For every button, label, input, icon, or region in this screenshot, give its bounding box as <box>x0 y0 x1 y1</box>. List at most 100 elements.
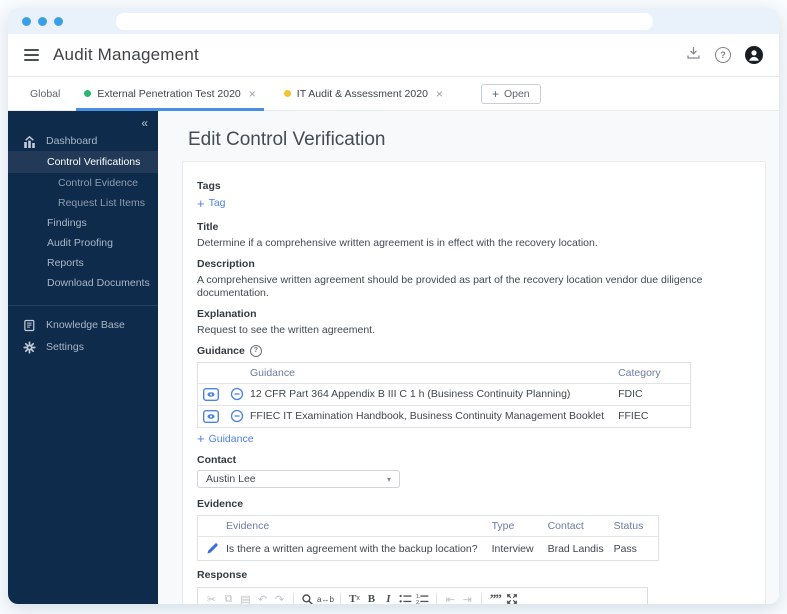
tab-label: IT Audit & Assessment 2020 <box>296 87 428 100</box>
title-value: Determine if a comprehensive written agr… <box>197 236 598 249</box>
close-tab-icon[interactable]: × <box>249 87 256 101</box>
evidence-field: Evidence Evidence Type Contact Status Is… <box>197 498 751 561</box>
tab-bar: Global External Penetration Test 2020 × IT… <box>8 77 779 111</box>
sidebar-item-dashboard[interactable]: Dashboard <box>8 131 158 151</box>
svg-text:1.: 1. <box>416 594 421 600</box>
sidebar-item-download-documents[interactable]: Download Documents <box>8 273 158 293</box>
user-avatar-icon[interactable] <box>745 46 763 64</box>
response-label: Response <box>197 569 248 581</box>
find-icon[interactable] <box>300 592 315 604</box>
svg-text:2.: 2. <box>416 600 421 604</box>
sidebar-item-findings[interactable]: Findings <box>8 213 158 233</box>
bold-icon[interactable]: B <box>364 592 379 604</box>
guidance-col-header: Guidance <box>250 366 295 379</box>
remove-guidance-button[interactable] <box>224 404 250 427</box>
evidence-row-status: Pass <box>613 536 658 560</box>
toolbar-separator <box>480 592 482 604</box>
traffic-light-icon[interactable] <box>22 16 31 26</box>
tab-global[interactable]: Global <box>30 88 60 100</box>
evidence-col-header: Evidence <box>226 520 270 532</box>
sidebar-item-reports[interactable]: Reports <box>8 253 158 273</box>
traffic-light-icon[interactable] <box>54 16 63 26</box>
status-col-header: Status <box>613 520 644 532</box>
plus-icon: + <box>197 195 205 211</box>
sidebar-item-request-list-items[interactable]: Request List Items <box>8 193 158 213</box>
plus-icon: + <box>197 431 205 446</box>
response-editor: ✂⧉▤↶↷a↔bTxBI1.2.⇤⇥”” Everything looks go… <box>197 587 648 604</box>
explanation-label: Explanation <box>197 307 257 320</box>
sidebar-item-control-verifications[interactable]: Control Verifications <box>8 151 158 173</box>
description-field: Description A comprehensive written agre… <box>197 258 751 300</box>
chevron-down-icon: ▾ <box>386 474 391 484</box>
menu-icon[interactable] <box>24 49 39 61</box>
guidance-label: Guidance <box>197 344 245 357</box>
browser-chrome <box>8 8 779 34</box>
audit-tab[interactable]: IT Audit & Assessment 2020 × <box>276 77 451 110</box>
italic-icon[interactable]: I <box>381 592 396 604</box>
edit-evidence-button[interactable] <box>198 536 226 560</box>
sidebar-item-label: Knowledge Base <box>46 319 125 331</box>
replace-icon[interactable]: a↔b <box>317 592 334 605</box>
explanation-value: Request to see the written agreement. <box>197 323 376 336</box>
tab-status-dot-icon <box>283 90 291 97</box>
preview-guidance-button[interactable] <box>198 404 224 427</box>
dashboard-icon <box>21 135 37 148</box>
contact-col-header: Contact <box>547 520 584 532</box>
plus-icon: + <box>491 86 499 101</box>
evidence-row-type: Interview <box>491 536 548 560</box>
page-title: Edit Control Verification <box>188 129 386 150</box>
sidebar-item-label: Dashboard <box>46 135 98 147</box>
paste-icon: ▤ <box>240 593 251 605</box>
toolbar-separator <box>293 592 294 604</box>
preview-guidance-button[interactable] <box>198 382 224 405</box>
guidance-field: Guidance ? Guidance Category 12 CFR Part… <box>197 344 751 449</box>
sidebar-item-label: Control Evidence <box>58 177 138 189</box>
sidebar-item-control-evidence[interactable]: Control Evidence <box>8 173 158 193</box>
address-bar[interactable] <box>116 12 653 30</box>
evidence-label: Evidence <box>197 498 244 510</box>
tab-label: External Penetration Test 2020 <box>97 87 241 100</box>
audit-tab[interactable]: External Penetration Test 2020 × <box>76 77 265 111</box>
download-icon[interactable] <box>686 45 701 65</box>
toolbar-separator <box>339 592 341 604</box>
close-tab-icon[interactable]: × <box>436 87 443 101</box>
description-value: A comprehensive written agreement should… <box>197 273 703 299</box>
guidance-row-category: FDIC <box>618 382 691 405</box>
remove-guidance-button[interactable] <box>224 382 250 405</box>
evidence-row-contact: Brad Landis <box>547 536 614 560</box>
maximize-icon[interactable] <box>505 592 520 605</box>
sidebar-item-settings[interactable]: Settings <box>8 337 158 357</box>
main-content: Edit Control Verification Tags + Tag Tit… <box>158 111 779 604</box>
sidebar-item-label: Settings <box>46 341 84 353</box>
evidence-row-evidence: Is there a written agreement with the ba… <box>226 536 492 560</box>
open-tab-button[interactable]: + Open <box>480 83 541 104</box>
add-tag-button[interactable]: + Tag <box>197 195 226 211</box>
guidance-table: Guidance Category 12 CFR Part 364 Append… <box>197 361 692 428</box>
remove-format-icon[interactable]: Tx <box>347 592 362 604</box>
cut-icon: ✂ <box>206 593 217 605</box>
sidebar-item-knowledge-base[interactable]: Knowledge Base <box>8 315 158 335</box>
app-header: Audit Management ? <box>8 34 779 77</box>
contact-select[interactable]: Austin Lee ▾ <box>197 470 400 488</box>
edit-form-card: Tags + Tag Title Determine if a comprehe… <box>182 161 766 604</box>
knowledge-base-icon <box>21 319 37 332</box>
collapse-sidebar-icon[interactable]: « <box>8 111 158 131</box>
undo-icon: ↶ <box>257 593 268 605</box>
guidance-row-category: FFIEC <box>618 404 691 427</box>
evidence-table: Evidence Type Contact Status Is there a … <box>197 515 659 561</box>
tags-label: Tags <box>197 180 221 192</box>
bullet-list-icon[interactable] <box>398 592 413 605</box>
add-guidance-button[interactable]: + Guidance <box>197 431 254 446</box>
sidebar-divider <box>8 305 158 306</box>
response-field: Response ✂⧉▤↶↷a↔bTxBI1.2.⇤⇥”” Everything… <box>197 569 751 604</box>
numbered-list-icon[interactable]: 1. 2. <box>415 592 430 604</box>
sidebar-item-label: Findings <box>47 217 87 229</box>
browser-window: Audit Management ? Global External Penet… <box>8 8 779 604</box>
help-icon[interactable]: ? <box>715 47 731 63</box>
help-circle-icon[interactable]: ? <box>249 344 262 357</box>
app-title: Audit Management <box>53 45 199 64</box>
blockquote-icon[interactable]: ”” <box>488 591 503 604</box>
sidebar-item-audit-proofing[interactable]: Audit Proofing <box>8 233 158 253</box>
traffic-light-icon[interactable] <box>38 16 47 26</box>
copy-icon: ⧉ <box>224 592 233 605</box>
